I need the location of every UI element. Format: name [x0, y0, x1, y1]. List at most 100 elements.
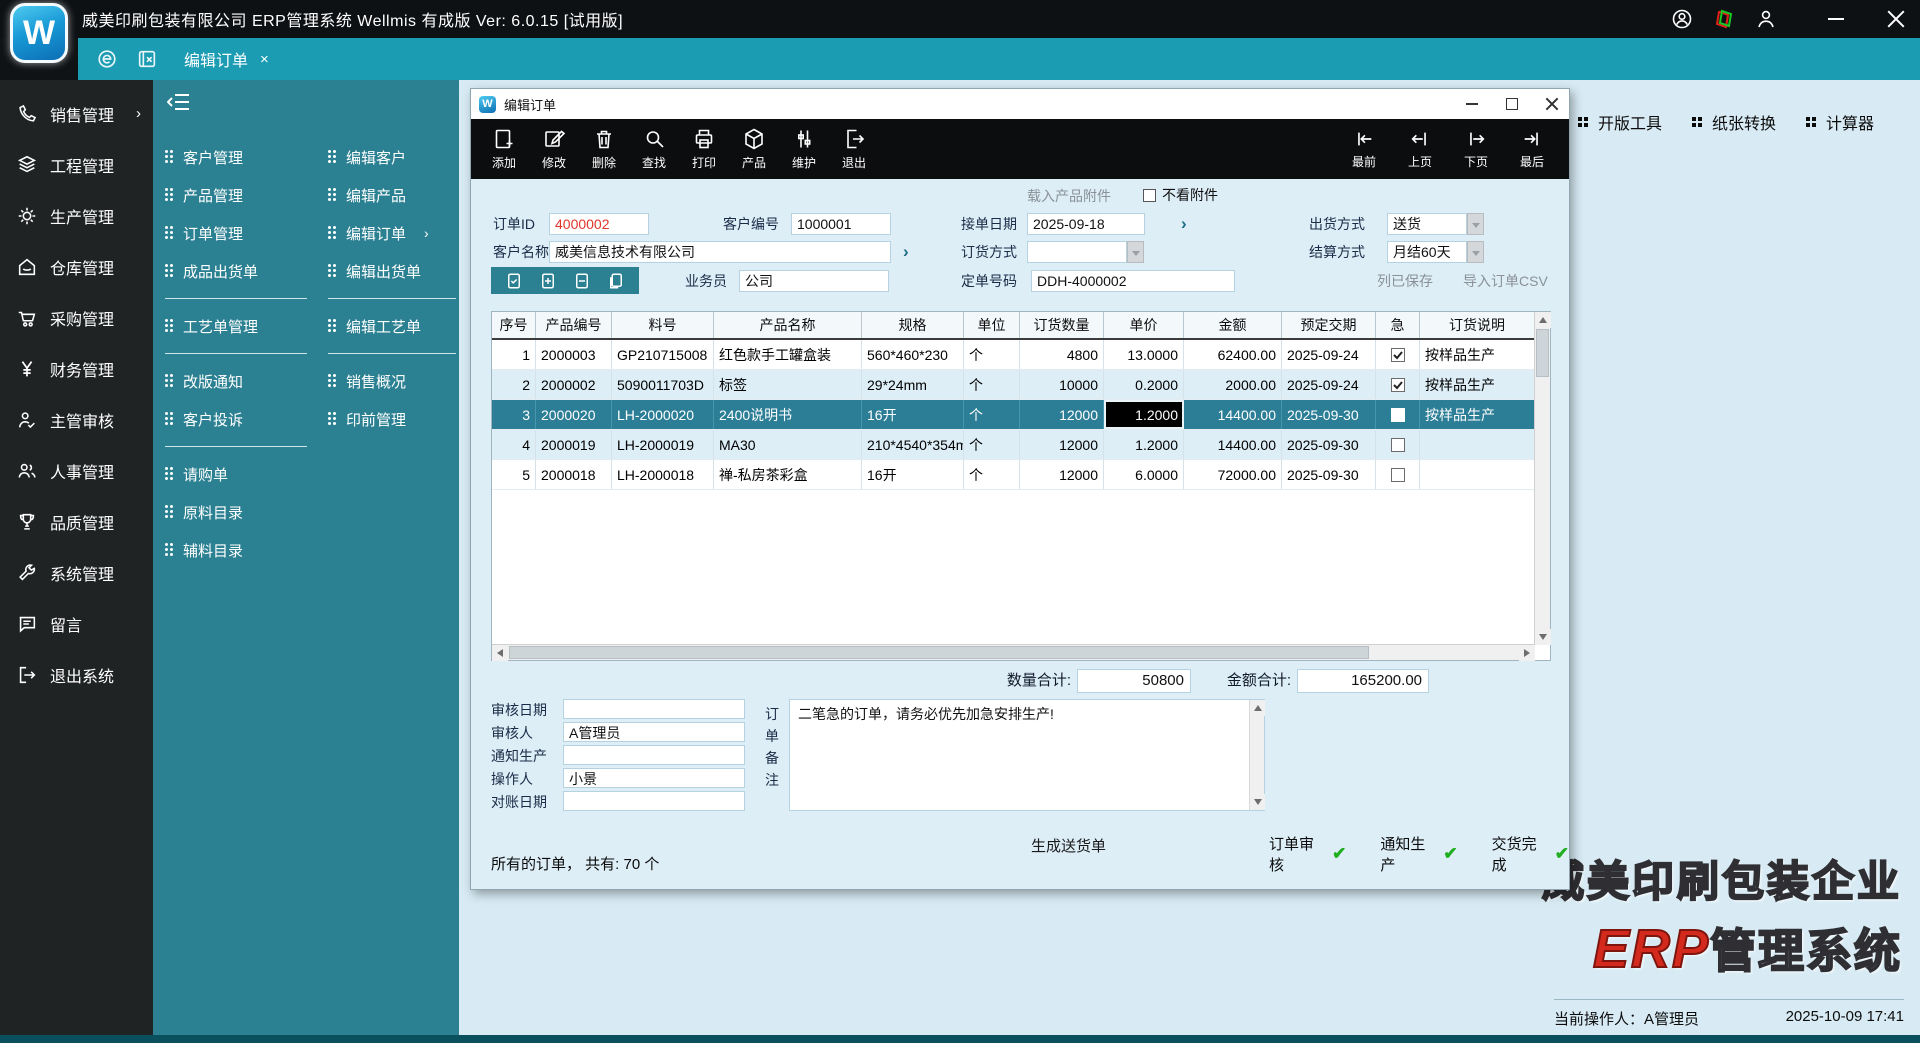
- col-header-due[interactable]: 预定交期: [1282, 312, 1376, 338]
- account-icon[interactable]: [1670, 7, 1694, 31]
- last-record-button[interactable]: 最后: [1509, 122, 1555, 176]
- urgent-checkbox[interactable]: [1391, 348, 1405, 362]
- col-header-material-no[interactable]: 料号: [612, 312, 714, 338]
- scroll-down-button[interactable]: [1250, 794, 1265, 810]
- col-header-qty[interactable]: 订货数量: [1020, 312, 1104, 338]
- col-header-seq[interactable]: 序号: [492, 312, 536, 338]
- sidebar-item-messages[interactable]: 留言: [0, 598, 153, 649]
- workspace-icon[interactable]: [1712, 7, 1736, 31]
- window-minimize-button[interactable]: [1465, 97, 1479, 111]
- sidebar-item-engineering[interactable]: 工程管理: [0, 139, 153, 190]
- close-button[interactable]: [1886, 9, 1906, 29]
- order-date-field[interactable]: 2025-09-18: [1027, 213, 1145, 235]
- link-icon[interactable]: [96, 48, 118, 70]
- import-csv-link[interactable]: 导入订单CSV: [1463, 270, 1548, 292]
- switch-user-icon[interactable]: [1754, 7, 1778, 31]
- order-id-field[interactable]: 4000002: [549, 213, 649, 235]
- table-row[interactable]: 1 2000003 GP210715008 红色款手工罐盒装 560*460*2…: [492, 340, 1535, 370]
- tool-calculator[interactable]: 计算器: [1806, 110, 1874, 134]
- sidebar-item-warehouse[interactable]: 仓库管理: [0, 241, 153, 292]
- sidebar-item-system[interactable]: 系统管理: [0, 547, 153, 598]
- sidebar-item-finance[interactable]: 财务管理: [0, 343, 153, 394]
- cell-price-editing[interactable]: 1.2000: [1104, 400, 1184, 429]
- reconcile-date-field[interactable]: [563, 791, 745, 811]
- table-row[interactable]: 2 2000002 5090011703D 标签 29*24mm 个 10000…: [492, 370, 1535, 400]
- modify-button[interactable]: 修改: [529, 122, 579, 176]
- menu-item-edit-craft-sheet[interactable]: 编辑工艺单: [328, 307, 456, 345]
- reviewer-field[interactable]: A管理员: [563, 722, 745, 742]
- menu-item-craft-sheet[interactable]: 工艺单管理: [165, 307, 307, 345]
- sidebar-item-sales[interactable]: 销售管理 ›: [0, 88, 153, 139]
- scroll-left-button[interactable]: [492, 645, 508, 661]
- delete-button[interactable]: 删除: [579, 122, 629, 176]
- confirm-row-icon[interactable]: [505, 272, 523, 290]
- sidebar-item-purchasing[interactable]: 采购管理: [0, 292, 153, 343]
- ship-method-select[interactable]: 送货: [1387, 213, 1467, 235]
- menu-item-shipment[interactable]: 成品出货单: [165, 252, 307, 290]
- table-row[interactable]: 5 2000018 LH-2000018 禅-私房茶彩盒 16开 个 12000…: [492, 460, 1535, 490]
- sidebar-item-quality[interactable]: 品质管理: [0, 496, 153, 547]
- col-header-price[interactable]: 单价: [1104, 312, 1184, 338]
- tab-edit-order[interactable]: 编辑订单 ×: [184, 47, 269, 71]
- exit-button[interactable]: 退出: [829, 122, 879, 176]
- urgent-checkbox[interactable]: [1391, 408, 1405, 422]
- remark-scrollbar[interactable]: [1249, 700, 1264, 810]
- order-remark-textarea[interactable]: 二笔急的订单，请务必优先加急安排生产!: [789, 699, 1265, 811]
- print-button[interactable]: 打印: [679, 122, 729, 176]
- col-header-unit[interactable]: 单位: [964, 312, 1020, 338]
- col-header-note[interactable]: 订货说明: [1420, 312, 1535, 338]
- menu-item-sales-overview[interactable]: 销售概况: [328, 362, 456, 400]
- next-page-button[interactable]: 下页: [1453, 122, 1499, 176]
- col-header-product-name[interactable]: 产品名称: [714, 312, 862, 338]
- order-method-select[interactable]: [1027, 241, 1127, 263]
- scroll-up-button[interactable]: [1250, 700, 1265, 716]
- customer-name-field[interactable]: 威美信息技术有限公司: [549, 241, 891, 263]
- col-header-urgent[interactable]: 急: [1376, 312, 1420, 338]
- tool-paper-convert[interactable]: 纸张转换: [1692, 110, 1776, 134]
- delivery-complete-check[interactable]: 交货完成✔: [1492, 833, 1569, 875]
- menu-item-raw-materials[interactable]: 原料目录: [165, 493, 307, 531]
- notify-production-field[interactable]: [563, 745, 745, 765]
- table-row[interactable]: 3 2000020 LH-2000020 2400说明书 16开 个 12000…: [492, 400, 1535, 430]
- col-header-amount[interactable]: 金额: [1184, 312, 1282, 338]
- settle-method-dropdown-icon[interactable]: [1467, 241, 1484, 263]
- table-horizontal-scrollbar[interactable]: [492, 644, 1535, 660]
- collapse-menu-icon[interactable]: [167, 92, 191, 112]
- table-vertical-scrollbar[interactable]: [1534, 312, 1550, 645]
- menu-item-aux-materials[interactable]: 辅料目录: [165, 531, 307, 569]
- load-attachment-link[interactable]: 载入产品附件: [1027, 185, 1111, 207]
- menu-item-product-mgmt[interactable]: 产品管理: [165, 176, 307, 214]
- menu-item-edit-order[interactable]: 编辑订单›: [328, 214, 456, 252]
- first-record-button[interactable]: 最前: [1341, 122, 1387, 176]
- order-no-field[interactable]: DDH-4000002: [1031, 270, 1235, 292]
- review-date-field[interactable]: [563, 699, 745, 719]
- table-row[interactable]: 4 2000019 LH-2000019 MA30 210*4540*354m …: [492, 430, 1535, 460]
- menu-item-edit-shipment[interactable]: 编辑出货单: [328, 252, 456, 290]
- sidebar-item-logout[interactable]: 退出系统: [0, 649, 153, 700]
- menu-item-edit-customer[interactable]: 编辑客户: [328, 138, 456, 176]
- operator-field[interactable]: 小景: [563, 768, 745, 788]
- product-button[interactable]: 产品: [729, 122, 779, 176]
- sidebar-item-production[interactable]: 生产管理: [0, 190, 153, 241]
- menu-item-order-mgmt[interactable]: 订单管理: [165, 214, 307, 252]
- maintain-button[interactable]: 维护: [779, 122, 829, 176]
- scroll-right-button[interactable]: [1519, 645, 1535, 661]
- menu-item-customer-mgmt[interactable]: 客户管理: [165, 138, 307, 176]
- window-maximize-button[interactable]: [1505, 97, 1519, 111]
- add-button[interactable]: 添加: [479, 122, 529, 176]
- menu-item-prepress[interactable]: 印前管理: [328, 400, 456, 438]
- minimize-button[interactable]: [1826, 9, 1846, 29]
- menu-item-edit-product[interactable]: 编辑产品: [328, 176, 456, 214]
- menu-item-complaints[interactable]: 客户投诉: [165, 400, 307, 438]
- urgent-checkbox[interactable]: [1391, 438, 1405, 452]
- order-method-dropdown-icon[interactable]: [1127, 241, 1144, 263]
- find-button[interactable]: 查找: [629, 122, 679, 176]
- scroll-down-button[interactable]: [1535, 629, 1551, 645]
- sidebar-item-hr[interactable]: 人事管理: [0, 445, 153, 496]
- col-header-spec[interactable]: 规格: [862, 312, 964, 338]
- col-header-product-no[interactable]: 产品编号: [536, 312, 612, 338]
- ship-method-dropdown-icon[interactable]: [1467, 213, 1484, 235]
- urgent-checkbox[interactable]: [1391, 378, 1405, 392]
- production-notified-check[interactable]: 通知生产✔: [1380, 833, 1457, 875]
- window-close-button[interactable]: [1545, 97, 1559, 111]
